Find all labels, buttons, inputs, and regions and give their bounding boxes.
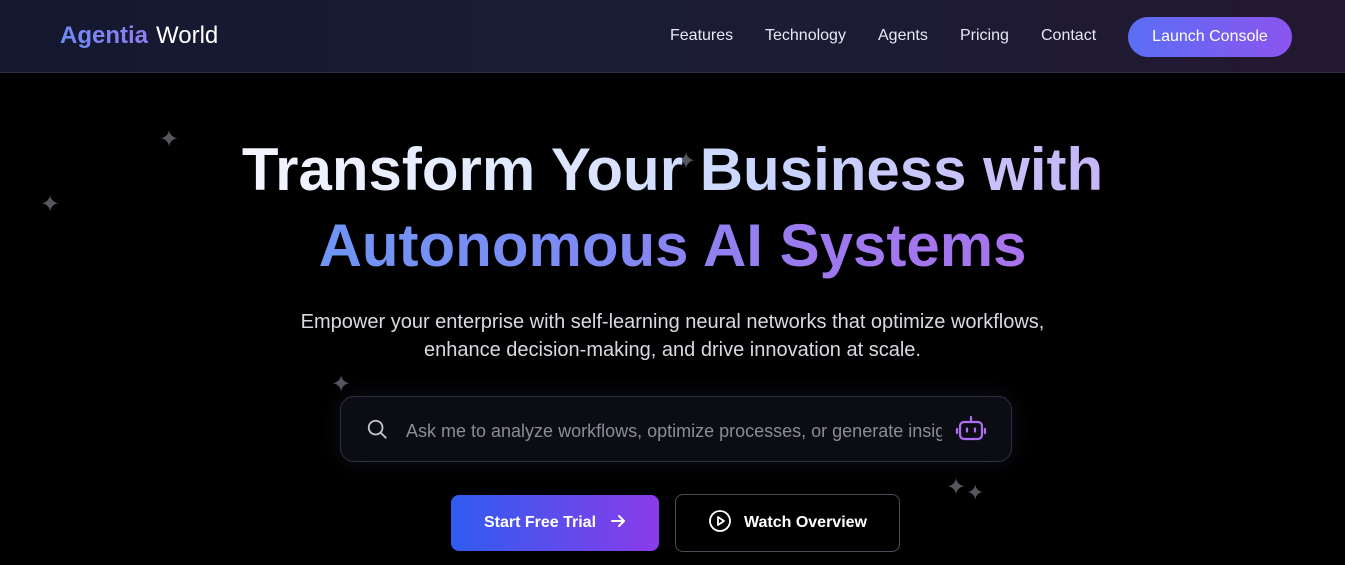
top-navbar: Agentia World Features Technology Agents … [0, 0, 1345, 73]
sparkle-icon: ✦ [946, 474, 967, 501]
brand-name-secondary: World [156, 22, 219, 49]
nav-link-technology[interactable]: Technology [765, 26, 846, 46]
play-circle-icon [708, 509, 732, 538]
watch-overview-button[interactable]: Watch Overview [675, 494, 900, 552]
sparkle-icon: ✦ [331, 371, 352, 398]
nav-link-agents[interactable]: Agents [878, 26, 928, 46]
hero-title-line-2: Autonomous AI Systems [318, 212, 1027, 279]
search-icon [366, 418, 388, 445]
launch-console-button[interactable]: Launch Console [1128, 17, 1292, 57]
ai-prompt-input[interactable] [404, 415, 944, 447]
nav-link-pricing[interactable]: Pricing [960, 26, 1009, 46]
robot-icon[interactable] [955, 414, 987, 449]
hero-subtitle-line-2: enhance decision-making, and drive innov… [424, 339, 921, 361]
start-free-trial-label: Start Free Trial [483, 514, 597, 531]
brand-logo[interactable]: Agentia World [60, 22, 218, 50]
watch-overview-label: Watch Overview [743, 514, 867, 531]
start-free-trial-button[interactable]: Start Free Trial [451, 495, 659, 551]
nav-link-contact[interactable]: Contact [1041, 26, 1096, 46]
ai-prompt-bar [340, 396, 1012, 462]
arrow-right-icon [610, 514, 626, 533]
brand-name-primary: Agentia [60, 22, 149, 49]
hero-title-line-1: Transform Your Business with [241, 136, 1104, 203]
sparkle-icon: ✦ [966, 480, 985, 505]
nav-link-features[interactable]: Features [670, 26, 733, 46]
hero-subtitle-line-1: Empower your enterprise with self-learni… [300, 311, 1045, 333]
